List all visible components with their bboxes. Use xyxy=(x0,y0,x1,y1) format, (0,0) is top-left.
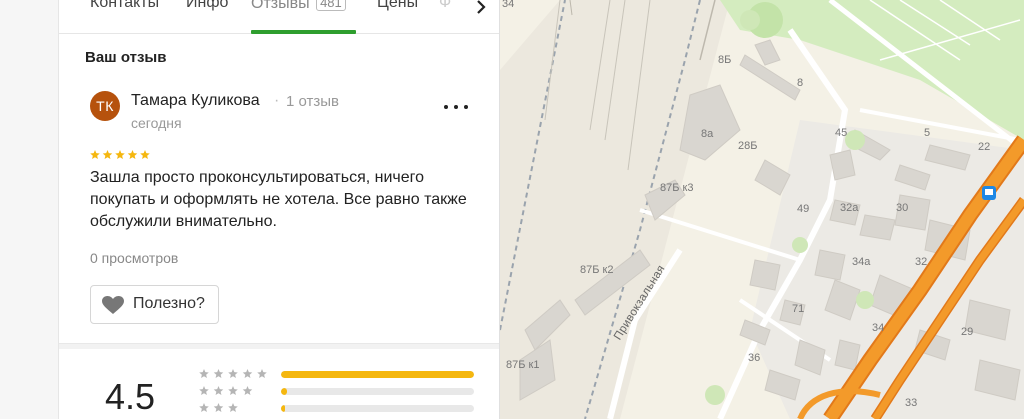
star-icons xyxy=(199,386,253,396)
helpful-button[interactable]: Полезно? xyxy=(90,285,219,324)
average-rating: 4.5 xyxy=(105,376,156,417)
distribution-bar-fill xyxy=(281,388,287,395)
helpful-label: Полезно? xyxy=(133,295,205,312)
tab-contacts[interactable]: Контакты xyxy=(90,0,159,12)
map-label-house: 28Б xyxy=(738,140,758,152)
review-star-rating xyxy=(90,150,154,160)
tab-bar: Контакты Инфо Отзывы 481 Цены Ф xyxy=(59,0,499,34)
tab-reviews-label: Отзывы xyxy=(251,0,310,12)
screen: Контакты Инфо Отзывы 481 Цены Ф Ваш отзы… xyxy=(0,0,1024,419)
more-dot xyxy=(454,105,458,109)
star-icons xyxy=(90,150,150,160)
star-icon xyxy=(213,403,224,413)
star-icon xyxy=(257,369,267,379)
distribution-bar-fill xyxy=(281,405,285,412)
reviews-count-badge: 481 xyxy=(316,0,346,11)
map[interactable]: 34 8Б 8 8а 28Б 45 5 22 87Б к3 49 32а 30 … xyxy=(500,0,1024,419)
review-author-name[interactable]: Тамара Куликова xyxy=(131,92,260,110)
left-sidebar-strip xyxy=(0,0,58,419)
map-label-house: 87Б к3 xyxy=(660,182,694,194)
map-label-house: 8 xyxy=(797,77,804,89)
star-icons xyxy=(199,369,267,379)
map-label-house: 32 xyxy=(915,256,928,268)
heart-icon xyxy=(102,296,124,314)
chevron-right-icon xyxy=(477,0,486,14)
green-patch xyxy=(705,385,725,405)
map-label-house: 87Б к2 xyxy=(580,264,614,276)
star-icon xyxy=(199,386,209,396)
review-text: Зашла просто проконсультироваться, ничег… xyxy=(90,169,467,230)
more-options-button[interactable] xyxy=(442,96,470,116)
green-patch xyxy=(740,10,760,30)
distribution-bar-fill xyxy=(281,371,474,378)
distribution-bar xyxy=(281,388,474,395)
star-icon xyxy=(213,386,224,396)
map-label-house: 8Б xyxy=(718,54,732,66)
star-icon xyxy=(140,150,150,160)
map-label-house: 5 xyxy=(924,127,931,139)
star-icon xyxy=(228,403,238,413)
your-review-title: Ваш отзыв xyxy=(85,49,167,66)
tab-prices[interactable]: Цены xyxy=(377,0,418,12)
green-patch xyxy=(845,130,865,150)
star-icon xyxy=(228,369,238,379)
map-label-house: 87Б к1 xyxy=(506,359,540,371)
star-icon xyxy=(228,386,238,396)
tab-photos-partial[interactable]: Ф xyxy=(439,0,451,12)
section-divider xyxy=(59,343,499,349)
map-label-house: 8а xyxy=(701,128,714,140)
separator-dot: · xyxy=(274,92,280,109)
map-label-house: 34а xyxy=(852,256,871,268)
map-label-house: 32а xyxy=(840,202,859,214)
map-label-house: 34 xyxy=(502,0,515,10)
bus-stop-icon-window xyxy=(985,189,993,195)
tab-info[interactable]: Инфо xyxy=(186,0,228,12)
map-label-house: 71 xyxy=(792,303,805,315)
star-icons xyxy=(199,403,238,413)
map-canvas xyxy=(500,0,1024,419)
map-label-house: 30 xyxy=(896,202,909,214)
star-icon xyxy=(90,150,100,160)
star-icon xyxy=(115,150,125,160)
views-count: 0 просмотров xyxy=(90,250,179,266)
map-label-house: 22 xyxy=(978,141,991,153)
review-date: сегодня xyxy=(131,115,182,131)
avatar[interactable]: ТК xyxy=(90,91,120,121)
star-icon xyxy=(242,369,253,379)
author-review-count: 1 отзыв xyxy=(286,93,340,110)
star-icon xyxy=(127,150,138,160)
star-icon xyxy=(199,403,209,413)
green-patch xyxy=(792,237,808,253)
star-icon xyxy=(213,369,224,379)
star-icon xyxy=(199,369,209,379)
more-dot xyxy=(464,105,468,109)
distribution-bar xyxy=(281,371,474,378)
organization-panel: Контакты Инфо Отзывы 481 Цены Ф Ваш отзы… xyxy=(58,0,500,419)
star-icon xyxy=(102,150,113,160)
star-icon xyxy=(242,386,253,396)
tabs-scroll-right-button[interactable] xyxy=(464,0,499,33)
distribution-bar xyxy=(281,405,474,412)
map-label-house: 45 xyxy=(835,127,848,139)
map-label-house: 49 xyxy=(797,203,810,215)
more-dot xyxy=(444,105,448,109)
green-patch xyxy=(856,291,874,309)
tab-reviews[interactable]: Отзывы 481 xyxy=(251,0,346,13)
map-label-house: 34 xyxy=(872,322,885,334)
map-label-house: 29 xyxy=(961,326,974,338)
map-label-house: 33 xyxy=(905,397,918,409)
active-tab-indicator xyxy=(251,30,356,34)
map-label-house: 36 xyxy=(748,352,761,364)
